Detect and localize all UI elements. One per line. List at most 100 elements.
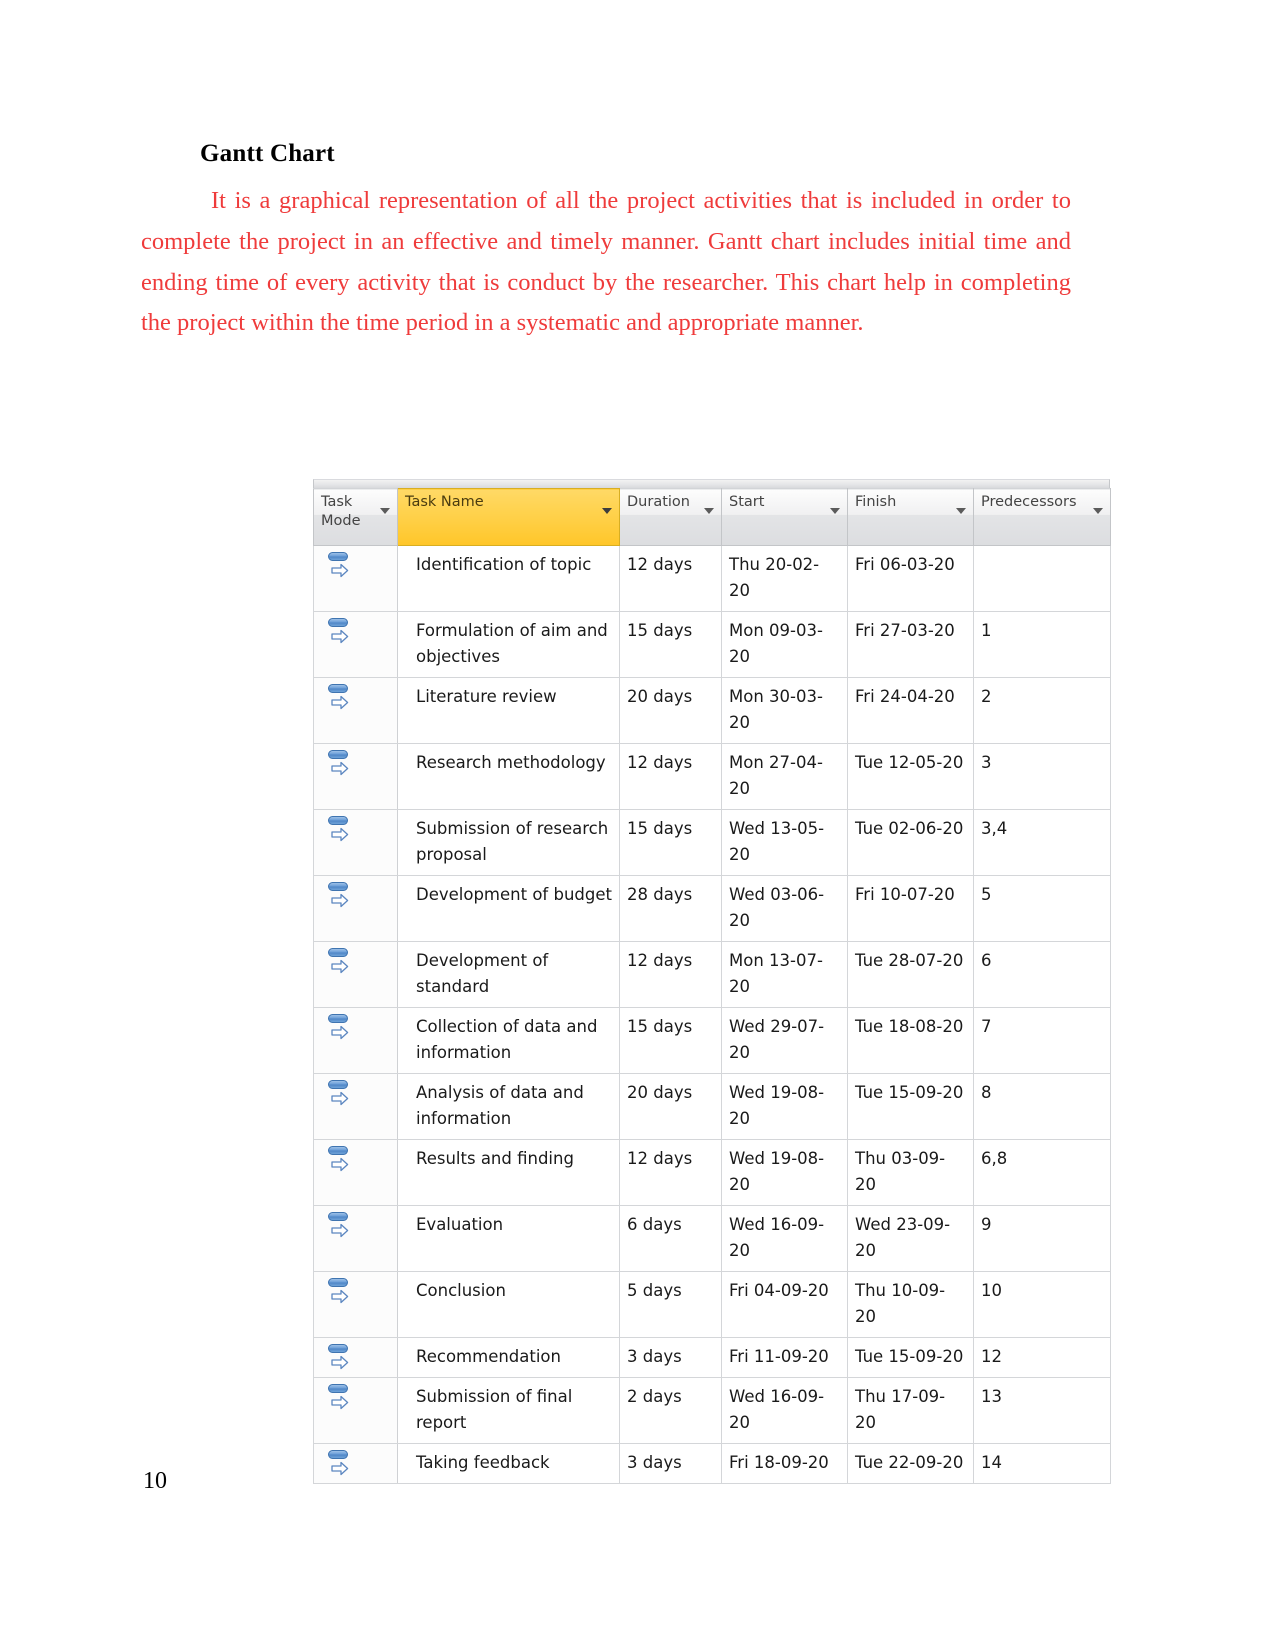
- cell-start[interactable]: Mon 09-03-20: [721, 611, 848, 678]
- cell-task-name[interactable]: Formulation of aim and objectives: [397, 611, 620, 678]
- cell-task-mode[interactable]: [313, 1337, 398, 1378]
- cell-task-name[interactable]: Results and finding: [397, 1139, 620, 1206]
- cell-start[interactable]: Wed 19-08-20: [721, 1139, 848, 1206]
- table-row[interactable]: Submission of research proposal 15 days We…: [313, 809, 1111, 876]
- column-header-finish[interactable]: Finish: [847, 488, 974, 546]
- table-row[interactable]: Development of standard 12 days Mon 13-07-…: [313, 941, 1111, 1008]
- cell-predecessors[interactable]: [973, 545, 1111, 612]
- cell-start[interactable]: Wed 19-08-20: [721, 1073, 848, 1140]
- cell-task-mode[interactable]: [313, 1377, 398, 1444]
- column-header-task-mode[interactable]: Task Mode: [313, 488, 398, 546]
- cell-task-name[interactable]: Collection of data and information: [397, 1007, 620, 1074]
- cell-predecessors[interactable]: 10: [973, 1271, 1111, 1338]
- cell-duration[interactable]: 12 days: [619, 743, 722, 810]
- cell-task-name[interactable]: Development of budget: [397, 875, 620, 942]
- cell-start[interactable]: Mon 13-07-20: [721, 941, 848, 1008]
- cell-task-name[interactable]: Recommendation: [397, 1337, 620, 1378]
- column-header-duration[interactable]: Duration: [619, 488, 722, 546]
- cell-start[interactable]: Fri 18-09-20: [721, 1443, 848, 1484]
- table-row[interactable]: Taking feedback 3 days Fri 18-09-20 Tue 22-…: [313, 1443, 1111, 1484]
- cell-predecessors[interactable]: 12: [973, 1337, 1111, 1378]
- cell-task-name[interactable]: Analysis of data and information: [397, 1073, 620, 1140]
- cell-finish[interactable]: Fri 06-03-20: [847, 545, 974, 612]
- cell-duration[interactable]: 15 days: [619, 809, 722, 876]
- cell-duration[interactable]: 15 days: [619, 1007, 722, 1074]
- cell-predecessors[interactable]: 3,4: [973, 809, 1111, 876]
- table-row[interactable]: Research methodology 12 days Mon 27-04-20 T…: [313, 743, 1111, 810]
- cell-finish[interactable]: Tue 02-06-20: [847, 809, 974, 876]
- cell-task-name[interactable]: Conclusion: [397, 1271, 620, 1338]
- cell-duration[interactable]: 6 days: [619, 1205, 722, 1272]
- cell-duration[interactable]: 3 days: [619, 1337, 722, 1378]
- cell-finish[interactable]: Tue 22-09-20: [847, 1443, 974, 1484]
- cell-finish[interactable]: Fri 24-04-20: [847, 677, 974, 744]
- cell-finish[interactable]: Tue 15-09-20: [847, 1073, 974, 1140]
- cell-start[interactable]: Wed 16-09-20: [721, 1377, 848, 1444]
- cell-task-mode[interactable]: [313, 1443, 398, 1484]
- filter-dropdown-icon[interactable]: [704, 508, 714, 514]
- filter-dropdown-icon[interactable]: [602, 508, 612, 514]
- cell-predecessors[interactable]: 13: [973, 1377, 1111, 1444]
- cell-task-name[interactable]: Submission of research proposal: [397, 809, 620, 876]
- cell-finish[interactable]: Fri 10-07-20: [847, 875, 974, 942]
- column-header-task-name[interactable]: Task Name: [397, 488, 620, 546]
- filter-dropdown-icon[interactable]: [830, 508, 840, 514]
- cell-task-name[interactable]: Literature review: [397, 677, 620, 744]
- cell-predecessors[interactable]: 6: [973, 941, 1111, 1008]
- cell-task-mode[interactable]: [313, 1073, 398, 1140]
- cell-task-name[interactable]: Evaluation: [397, 1205, 620, 1272]
- cell-finish[interactable]: Wed 23-09-20: [847, 1205, 974, 1272]
- cell-task-mode[interactable]: [313, 941, 398, 1008]
- cell-task-name[interactable]: Identification of topic: [397, 545, 620, 612]
- cell-finish[interactable]: Thu 03-09-20: [847, 1139, 974, 1206]
- cell-predecessors[interactable]: 9: [973, 1205, 1111, 1272]
- cell-finish[interactable]: Tue 12-05-20: [847, 743, 974, 810]
- cell-start[interactable]: Mon 27-04-20: [721, 743, 848, 810]
- cell-finish[interactable]: Tue 15-09-20: [847, 1337, 974, 1378]
- cell-start[interactable]: Mon 30-03-20: [721, 677, 848, 744]
- cell-duration[interactable]: 12 days: [619, 1139, 722, 1206]
- filter-dropdown-icon[interactable]: [1093, 508, 1103, 514]
- cell-duration[interactable]: 15 days: [619, 611, 722, 678]
- table-row[interactable]: Evaluation 6 days Wed 16-09-20 Wed 23-09-20…: [313, 1205, 1111, 1272]
- column-header-predecessors[interactable]: Predecessors: [973, 488, 1111, 546]
- cell-predecessors[interactable]: 8: [973, 1073, 1111, 1140]
- cell-task-mode[interactable]: [313, 611, 398, 678]
- table-row[interactable]: Conclusion 5 days Fri 04-09-20 Thu 10-09-20…: [313, 1271, 1111, 1338]
- table-row[interactable]: Submission of final report 2 days Wed 16-0…: [313, 1377, 1111, 1444]
- cell-predecessors[interactable]: 3: [973, 743, 1111, 810]
- column-header-start[interactable]: Start: [721, 488, 848, 546]
- cell-predecessors[interactable]: 2: [973, 677, 1111, 744]
- cell-start[interactable]: Fri 11-09-20: [721, 1337, 848, 1378]
- cell-task-mode[interactable]: [313, 875, 398, 942]
- cell-predecessors[interactable]: 1: [973, 611, 1111, 678]
- table-row[interactable]: Analysis of data and information 20 days W…: [313, 1073, 1111, 1140]
- cell-start[interactable]: Wed 29-07-20: [721, 1007, 848, 1074]
- cell-finish[interactable]: Thu 10-09-20: [847, 1271, 974, 1338]
- cell-task-mode[interactable]: [313, 743, 398, 810]
- cell-predecessors[interactable]: 7: [973, 1007, 1111, 1074]
- table-row[interactable]: Literature review 20 days Mon 30-03-20 Fri …: [313, 677, 1111, 744]
- cell-finish[interactable]: Thu 17-09-20: [847, 1377, 974, 1444]
- cell-task-mode[interactable]: [313, 1007, 398, 1074]
- filter-dropdown-icon[interactable]: [956, 508, 966, 514]
- cell-predecessors[interactable]: 6,8: [973, 1139, 1111, 1206]
- table-row[interactable]: Development of budget 28 days Wed 03-06-20…: [313, 875, 1111, 942]
- cell-duration[interactable]: 20 days: [619, 1073, 722, 1140]
- cell-task-mode[interactable]: [313, 1205, 398, 1272]
- cell-finish[interactable]: Tue 28-07-20: [847, 941, 974, 1008]
- filter-dropdown-icon[interactable]: [380, 508, 390, 514]
- cell-finish[interactable]: Fri 27-03-20: [847, 611, 974, 678]
- table-row[interactable]: Recommendation 3 days Fri 11-09-20 Tue 15-0…: [313, 1337, 1111, 1378]
- table-row[interactable]: Identification of topic 12 days Thu 20-02-…: [313, 545, 1111, 612]
- cell-duration[interactable]: 12 days: [619, 941, 722, 1008]
- cell-task-name[interactable]: Taking feedback: [397, 1443, 620, 1484]
- cell-start[interactable]: Thu 20-02-20: [721, 545, 848, 612]
- table-row[interactable]: Collection of data and information 15 day…: [313, 1007, 1111, 1074]
- cell-start[interactable]: Fri 04-09-20: [721, 1271, 848, 1338]
- cell-duration[interactable]: 28 days: [619, 875, 722, 942]
- table-row[interactable]: Formulation of aim and objectives 15 days…: [313, 611, 1111, 678]
- cell-finish[interactable]: Tue 18-08-20: [847, 1007, 974, 1074]
- cell-task-mode[interactable]: [313, 1139, 398, 1206]
- cell-predecessors[interactable]: 5: [973, 875, 1111, 942]
